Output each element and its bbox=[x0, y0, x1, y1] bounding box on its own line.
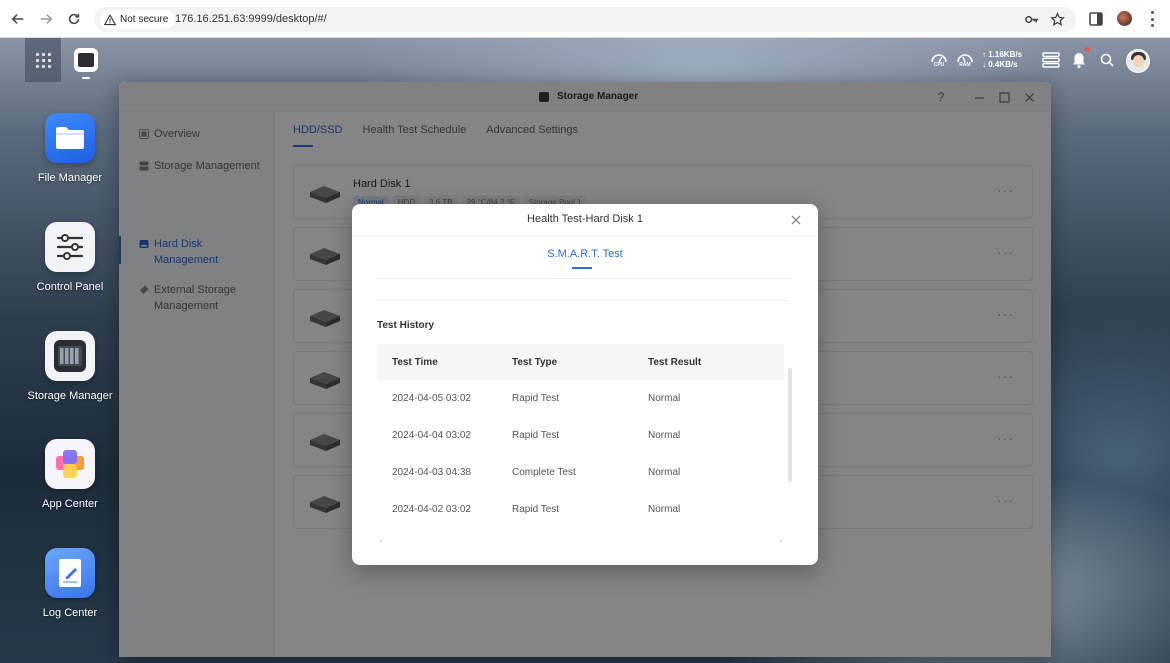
table-row: 2024-04-05 03:02 Rapid Test Normal bbox=[377, 380, 784, 417]
table-row: 2024-04-04 03:02 Rapid Test Normal bbox=[377, 417, 784, 454]
dialog-title: Health Test-Hard Disk 1 bbox=[527, 213, 643, 225]
column-header-test-type: Test Type bbox=[512, 356, 558, 368]
address-bar[interactable]: Not secure 176.16.251.63:9999/desktop/#/ bbox=[94, 7, 1076, 32]
task-list-icon[interactable] bbox=[1042, 52, 1060, 68]
test-type-cell: Complete Test bbox=[512, 467, 576, 478]
taskbar-storage-manager[interactable] bbox=[72, 46, 100, 79]
key-icon[interactable] bbox=[1024, 12, 1039, 27]
security-label: Not secure bbox=[120, 14, 169, 25]
test-result-cell: Normal bbox=[648, 467, 681, 478]
upload-speed: ↑ 1.16KB/s bbox=[982, 50, 1023, 59]
star-icon[interactable] bbox=[1050, 12, 1065, 27]
network-speed[interactable]: ↑ 1.16KB/s ↓ 0.4KB/s bbox=[982, 50, 1022, 70]
test-type-cell: Rapid Test bbox=[512, 430, 560, 441]
horizontal-scrollbar[interactable] bbox=[380, 540, 782, 542]
side-panel-icon[interactable] bbox=[1088, 11, 1104, 27]
reload-icon[interactable] bbox=[64, 9, 84, 29]
apps-grid-icon bbox=[35, 52, 51, 68]
desktop-icon-label: Log Center bbox=[42, 607, 98, 619]
cpu-label: CPU bbox=[933, 62, 945, 68]
table-row: 2024-04-03 04:38 Complete Test Normal bbox=[377, 454, 784, 491]
warning-icon bbox=[104, 13, 116, 25]
test-time-cell: 2024-04-03 04:38 bbox=[392, 467, 471, 478]
desktop-icon-label: Storage Manager bbox=[27, 390, 113, 402]
storage-manager-task-icon bbox=[74, 48, 98, 72]
test-result-cell: Normal bbox=[648, 430, 681, 441]
test-type-cell: Rapid Test bbox=[512, 393, 560, 404]
tab-smart-test[interactable]: S.M.A.R.T. Test bbox=[352, 248, 818, 260]
table-header: Test Time Test Type Test Result bbox=[377, 344, 784, 380]
test-result-cell: Normal bbox=[648, 504, 681, 515]
active-tab-indicator bbox=[572, 267, 592, 269]
app-center-icon bbox=[45, 439, 95, 489]
notification-bell-icon[interactable] bbox=[1072, 51, 1086, 69]
table-row: 2024-04-02 03:02 Rapid Test Normal bbox=[377, 491, 784, 528]
desktop-icon-label: Control Panel bbox=[36, 281, 104, 293]
dialog-divider bbox=[352, 235, 818, 236]
ram-label: RAM bbox=[959, 62, 971, 68]
log-document-icon bbox=[45, 548, 95, 598]
back-icon[interactable] bbox=[8, 9, 28, 29]
health-test-dialog: Health Test-Hard Disk 1 S.M.A.R.T. Test … bbox=[352, 204, 818, 565]
download-speed: ↓ 0.4KB/s bbox=[982, 60, 1018, 69]
browser-toolbar: Not secure 176.16.251.63:9999/desktop/#/ bbox=[0, 0, 1170, 38]
test-time-cell: 2024-04-05 03:02 bbox=[392, 393, 471, 404]
sliders-icon bbox=[45, 222, 95, 272]
divider bbox=[376, 278, 792, 279]
notification-badge bbox=[1085, 47, 1090, 52]
test-history-table: Test Time Test Type Test Result 2024-04-… bbox=[377, 344, 784, 528]
folder-icon bbox=[45, 113, 95, 163]
url-text[interactable]: 176.16.251.63:9999/desktop/#/ bbox=[175, 13, 327, 25]
ram-gauge-icon[interactable]: RAM bbox=[956, 50, 974, 68]
profile-avatar[interactable] bbox=[1117, 11, 1132, 26]
column-header-test-result: Test Result bbox=[648, 356, 702, 368]
divider bbox=[376, 300, 789, 301]
desktop-icon-label: App Center bbox=[42, 498, 98, 510]
cpu-gauge-icon[interactable]: CPU bbox=[930, 50, 948, 68]
column-header-test-time: Test Time bbox=[392, 356, 438, 368]
security-indicator[interactable]: Not secure bbox=[100, 10, 176, 29]
vertical-scrollbar[interactable] bbox=[788, 368, 792, 482]
close-dialog-icon[interactable] bbox=[789, 213, 803, 227]
desktop-topbar: CPU RAM ↑ 1.16KB/s ↓ 0.4KB/s bbox=[0, 38, 1170, 82]
test-result-cell: Normal bbox=[648, 393, 681, 404]
test-time-cell: 2024-04-04 03:02 bbox=[392, 430, 471, 441]
test-type-cell: Rapid Test bbox=[512, 504, 560, 515]
search-icon[interactable] bbox=[1100, 53, 1114, 67]
test-time-cell: 2024-04-02 03:02 bbox=[392, 504, 471, 515]
forward-icon[interactable] bbox=[36, 9, 56, 29]
test-history-heading: Test History bbox=[377, 320, 435, 331]
desktop-icon-label: File Manager bbox=[37, 172, 103, 184]
app-launcher-button[interactable] bbox=[25, 38, 61, 82]
nas-drive-icon bbox=[45, 331, 95, 381]
browser-menu-icon[interactable] bbox=[1149, 11, 1155, 27]
user-avatar[interactable] bbox=[1126, 49, 1150, 73]
